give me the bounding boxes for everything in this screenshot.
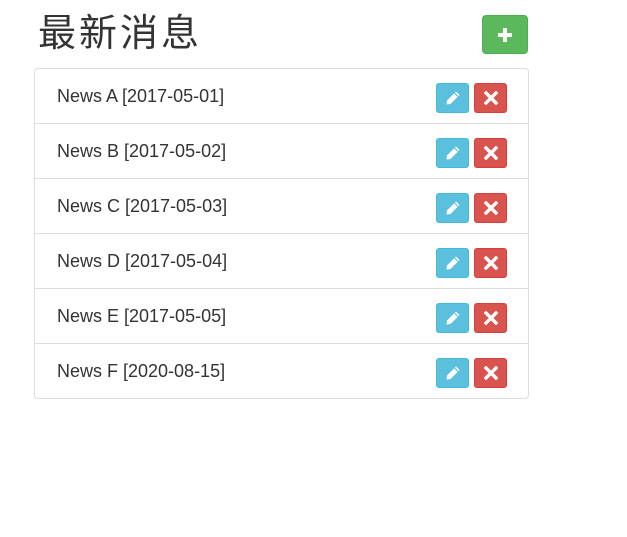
delete-button[interactable] xyxy=(474,248,507,278)
news-title: News D [2017-05-04] xyxy=(57,251,228,271)
list-item: News D [2017-05-04] xyxy=(34,233,529,289)
delete-button[interactable] xyxy=(474,193,507,223)
news-title: News E [2017-05-05] xyxy=(57,306,227,326)
delete-button[interactable] xyxy=(474,358,507,388)
edit-button[interactable] xyxy=(436,248,469,278)
news-title: News C [2017-05-03] xyxy=(57,196,228,216)
edit-button[interactable] xyxy=(436,358,469,388)
pencil-icon xyxy=(445,365,461,381)
list-item: News F [2020-08-15] xyxy=(34,343,529,399)
list-item: News A [2017-05-01] xyxy=(34,68,529,124)
pencil-icon xyxy=(445,255,461,271)
edit-button[interactable] xyxy=(436,303,469,333)
delete-button[interactable] xyxy=(474,138,507,168)
remove-icon xyxy=(483,201,498,215)
delete-button[interactable] xyxy=(474,303,507,333)
pencil-icon xyxy=(445,310,461,326)
pencil-icon xyxy=(445,90,461,106)
edit-button[interactable] xyxy=(436,193,469,223)
delete-button[interactable] xyxy=(474,83,507,113)
news-title: News F [2020-08-15] xyxy=(57,361,226,381)
remove-icon xyxy=(483,366,498,380)
news-title: News A [2017-05-01] xyxy=(57,86,225,106)
news-list: News A [2017-05-01] News B [2017-05-02] … xyxy=(34,68,529,399)
edit-button[interactable] xyxy=(436,138,469,168)
edit-button[interactable] xyxy=(436,83,469,113)
remove-icon xyxy=(483,311,498,325)
list-item: News E [2017-05-05] xyxy=(34,288,529,344)
list-item: News B [2017-05-02] xyxy=(34,123,529,179)
remove-icon xyxy=(483,256,498,270)
page-title: 最新消息 xyxy=(38,11,203,55)
remove-icon xyxy=(483,146,498,160)
news-title: News B [2017-05-02] xyxy=(57,141,227,161)
pencil-icon xyxy=(445,145,461,161)
list-item: News C [2017-05-03] xyxy=(34,178,529,234)
add-news-button[interactable] xyxy=(482,15,528,54)
remove-icon xyxy=(483,91,498,105)
pencil-icon xyxy=(445,200,461,216)
plus-icon xyxy=(497,27,513,43)
